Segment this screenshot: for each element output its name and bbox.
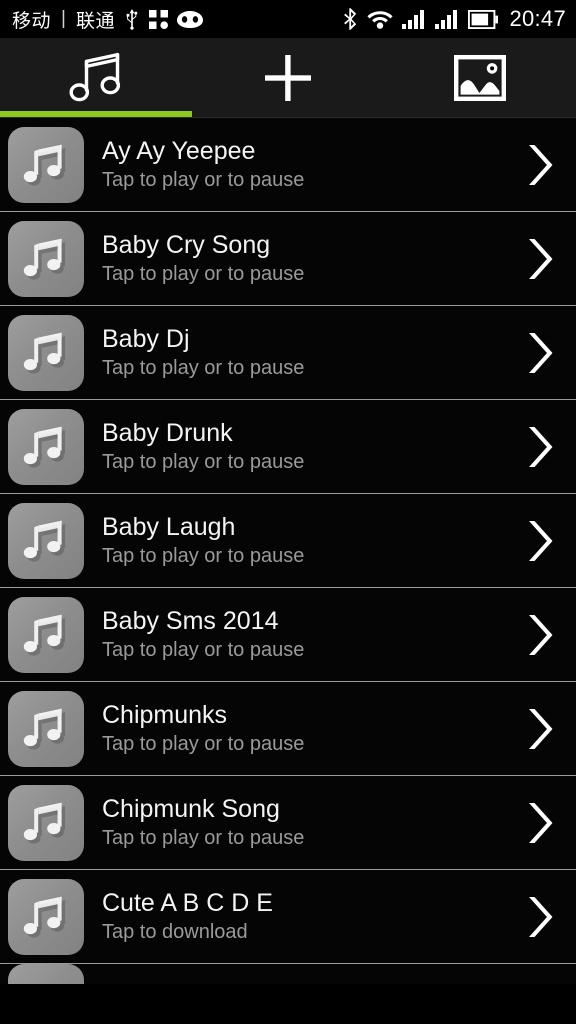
tab-images[interactable]: [384, 38, 576, 117]
list-item[interactable]: Baby Cry Song Tap to play or to pause: [0, 212, 576, 306]
thumbnail: [8, 408, 84, 485]
list-item-text: Baby Sms 2014 Tap to play or to pause: [84, 608, 506, 661]
list-item-title: Cute A B C D E: [102, 890, 273, 918]
list-item-text: Baby Laugh Tap to play or to pause: [84, 514, 506, 567]
music-note-icon: [23, 520, 66, 562]
tab-bar: [0, 38, 576, 118]
chevron-right-button[interactable]: [506, 800, 576, 846]
list-item-text: Baby Cry Song Tap to play or to pause: [84, 232, 506, 285]
chevron-right-button[interactable]: [506, 236, 576, 282]
chevron-right-button[interactable]: [506, 330, 576, 376]
chevron-right-button[interactable]: [506, 894, 576, 940]
chevron-right-icon: [529, 520, 553, 561]
list-item-title: Baby Drunk: [102, 420, 233, 448]
chevron-right-button[interactable]: [506, 142, 576, 188]
list-item-title: Baby Sms 2014: [102, 608, 279, 636]
music-note-icon: [23, 426, 66, 468]
music-note-icon: [23, 144, 66, 186]
music-note-icon: [23, 802, 66, 844]
list-item-text: Baby Drunk Tap to play or to pause: [84, 420, 506, 473]
chevron-right-icon: [529, 896, 553, 937]
carrier-primary-label: 移动: [12, 10, 52, 32]
list-item-text: Baby Dj Tap to play or to pause: [84, 326, 506, 379]
app-grid-icon: [148, 9, 168, 29]
status-bar: 移动 | 联通 20:47: [0, 0, 576, 38]
list-item-subtitle: Tap to play or to pause: [102, 638, 305, 661]
list-item-subtitle: Tap to play or to pause: [102, 544, 305, 567]
list-item-title: Chipmunk Song: [102, 796, 280, 824]
chevron-right-button[interactable]: [506, 518, 576, 564]
list-item-subtitle: Tap to play or to pause: [102, 168, 305, 191]
chevron-right-icon: [529, 426, 553, 467]
list-item[interactable]: Cute A B C D E Tap to download: [0, 870, 576, 964]
list-item-text: Cute A B C D E Tap to download: [84, 890, 506, 943]
active-tab-indicator: [0, 111, 192, 117]
chevron-right-icon: [529, 802, 553, 843]
tab-music[interactable]: [0, 38, 192, 117]
bluetooth-icon: [344, 8, 357, 30]
thumbnail: [8, 596, 84, 673]
list-item-subtitle: Tap to play or to pause: [102, 356, 305, 379]
carrier-secondary-label: 联通: [75, 10, 115, 32]
music-note-icon: [69, 52, 121, 101]
thumbnail: [8, 314, 84, 391]
tab-add[interactable]: [192, 38, 384, 117]
music-note-icon: [23, 332, 66, 374]
list-item[interactable]: Chipmunk Song Tap to play or to pause: [0, 776, 576, 870]
wifi-icon: [367, 11, 394, 29]
list-item-title: Baby Cry Song: [102, 232, 271, 260]
list-item-text: Ay Ay Yeepee Tap to play or to pause: [84, 138, 506, 191]
carrier-separator: |: [61, 8, 66, 29]
list-item-title: Chipmunks: [102, 702, 228, 730]
list-item-title: Baby Laugh: [102, 514, 236, 542]
list-item-title: Ay Ay Yeepee: [102, 138, 256, 166]
music-note-icon: [23, 708, 66, 750]
list-item[interactable]: Chipmunks Tap to play or to pause: [0, 682, 576, 776]
music-note-icon: [23, 896, 66, 938]
list-item[interactable]: Baby Dj Tap to play or to pause: [0, 306, 576, 400]
music-note-icon: [23, 238, 66, 280]
thumbnail: [8, 126, 84, 203]
thumbnail: [8, 690, 84, 767]
chevron-right-button[interactable]: [506, 612, 576, 658]
sound-list[interactable]: Ay Ay Yeepee Tap to play or to pause Bab…: [0, 118, 576, 1024]
list-item-partial[interactable]: [0, 964, 576, 984]
list-item-subtitle: Tap to play or to pause: [102, 732, 305, 755]
signal-icon-1: [402, 10, 425, 29]
thumbnail: [8, 878, 84, 955]
list-item-text: Chipmunk Song Tap to play or to pause: [84, 796, 506, 849]
android-head-icon: [176, 10, 203, 28]
music-note-icon: [23, 614, 66, 656]
list-item[interactable]: Baby Sms 2014 Tap to play or to pause: [0, 588, 576, 682]
image-icon: [454, 54, 506, 101]
list-item[interactable]: Ay Ay Yeepee Tap to play or to pause: [0, 118, 576, 212]
battery-icon: [468, 9, 499, 29]
status-bar-right: 20:47: [343, 6, 566, 32]
chevron-right-button[interactable]: [506, 424, 576, 470]
chevron-right-button[interactable]: [506, 706, 576, 752]
list-item-text: Chipmunks Tap to play or to pause: [84, 702, 506, 755]
thumbnail: [8, 964, 84, 984]
thumbnail: [8, 502, 84, 579]
usb-icon: [126, 9, 138, 30]
signal-icon-2: [435, 10, 458, 29]
list-item-title: Baby Dj: [102, 326, 190, 354]
status-bar-clock: 20:47: [509, 6, 566, 31]
list-item-subtitle: Tap to download: [102, 920, 248, 943]
chevron-right-icon: [529, 332, 553, 373]
chevron-right-icon: [529, 614, 553, 655]
list-item[interactable]: Baby Drunk Tap to play or to pause: [0, 400, 576, 494]
plus-icon: [265, 54, 311, 101]
status-bar-left: 移动 | 联通: [12, 6, 343, 33]
list-item-subtitle: Tap to play or to pause: [102, 262, 305, 285]
chevron-right-icon: [529, 144, 553, 185]
chevron-right-icon: [529, 708, 553, 749]
thumbnail: [8, 784, 84, 861]
thumbnail: [8, 220, 84, 297]
list-item-subtitle: Tap to play or to pause: [102, 826, 305, 849]
chevron-right-icon: [529, 238, 553, 279]
list-item[interactable]: Baby Laugh Tap to play or to pause: [0, 494, 576, 588]
list-item-subtitle: Tap to play or to pause: [102, 450, 305, 473]
